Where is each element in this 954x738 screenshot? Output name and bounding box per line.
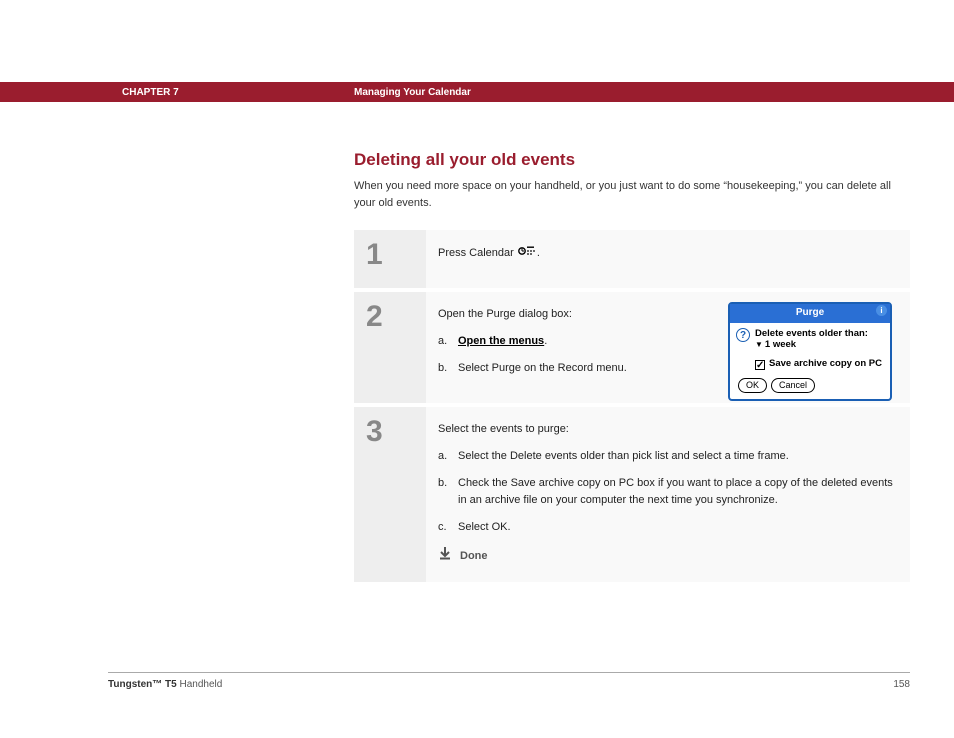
done-arrow-icon [438,546,452,566]
section-heading: Deleting all your old events [354,150,910,170]
sub-step-c: c. Select OK. [438,519,898,536]
step-lead: Select the events to purge: [438,421,898,438]
page-content: Deleting all your old events When you ne… [354,150,910,586]
page-footer: Tungsten™ T5 Handheld 158 [108,672,910,690]
step-lead: Open the Purge dialog box: [438,306,658,323]
dialog-titlebar: Purge i [730,304,890,323]
ok-button[interactable]: OK [738,378,767,393]
section-intro: When you need more space on your handhel… [354,178,910,211]
sub-step-b: b. Select Purge on the Record menu. [438,360,658,377]
dialog-message: Delete events older than: ▼1 week [755,328,868,352]
dialog-title: Purge [796,307,824,318]
step-number: 2 [366,302,426,332]
step-content: Select the events to purge: a. Select th… [426,407,910,582]
step-content: Press Calendar . [426,230,910,288]
step-number: 1 [366,240,426,270]
open-menus-link[interactable]: Open the menus [458,335,544,347]
step-number-cell: 3 [354,407,426,582]
page-number: 158 [893,679,910,690]
step-text: Press Calendar . [438,244,898,262]
sub-steps: a. Select the Delete events older than p… [438,448,898,536]
sub-marker: b. [438,475,458,509]
step-2: 2 Open the Purge dialog box: a. Open the… [354,292,910,403]
sub-step-a: a. Select the Delete events older than p… [438,448,898,465]
cancel-button[interactable]: Cancel [771,378,815,393]
purge-dialog: Purge i ? Delete events older than: ▼1 w… [728,302,892,401]
done-label: Done [460,548,488,565]
sub-steps: a. Open the menus. b. Select Purge on th… [438,333,658,377]
step-number-cell: 2 [354,292,426,403]
dropdown-arrow-icon[interactable]: ▼ [755,340,763,350]
archive-checkbox-row[interactable]: Save archive copy on PC [755,357,884,372]
sub-step-a: a. Open the menus. [438,333,658,350]
checkbox-label: Save archive copy on PC [769,357,882,372]
step-1: 1 Press Calendar [354,230,910,288]
sub-text: Select Purge on the Record menu. [458,360,658,377]
checkbox-icon[interactable] [755,360,765,370]
footer-brand: Tungsten™ T5 Handheld [108,679,222,690]
dialog-body: ? Delete events older than: ▼1 week Save… [730,323,890,399]
step-3: 3 Select the events to purge: a. Select … [354,407,910,582]
dialog-buttons: OK Cancel [736,378,884,393]
sub-text: Select the Delete events older than pick… [458,448,898,465]
step-content: Open the Purge dialog box: a. Open the m… [426,292,910,403]
sub-marker: a. [438,333,458,350]
sub-marker: b. [438,360,458,377]
sub-step-b: b. Check the Save archive copy on PC box… [438,475,898,509]
calendar-icon [518,244,536,262]
chapter-header: CHAPTER 7 Managing Your Calendar [0,82,954,102]
step-number: 3 [366,417,426,447]
steps-container: 1 Press Calendar [354,229,910,582]
info-icon[interactable]: i [876,305,887,316]
dialog-message-row: ? Delete events older than: ▼1 week [736,328,884,352]
sub-text: Open the menus. [458,333,658,350]
sub-text: Check the Save archive copy on PC box if… [458,475,898,509]
question-icon: ? [736,328,750,342]
sub-text: Select OK. [458,519,898,536]
chapter-title: Managing Your Calendar [354,87,471,98]
step-trail: . [537,247,540,259]
sub-marker: a. [438,448,458,465]
done-indicator: Done [438,546,898,566]
dropdown-value[interactable]: 1 week [765,339,796,350]
chapter-number: CHAPTER 7 [122,87,179,98]
step-lead: Press Calendar [438,247,517,259]
sub-marker: c. [438,519,458,536]
step-number-cell: 1 [354,230,426,288]
